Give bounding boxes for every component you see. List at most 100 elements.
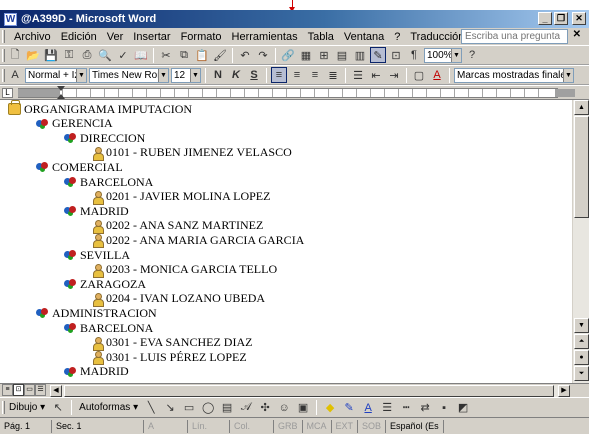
open-folder-icon[interactable]: 📂 <box>25 47 41 63</box>
rectangle-icon[interactable]: ▭ <box>181 400 197 416</box>
document-close-icon[interactable]: ✕ <box>573 29 581 40</box>
italic-button[interactable]: K <box>228 67 244 83</box>
cut-icon[interactable]: ✂ <box>158 47 174 63</box>
status-extend[interactable]: EXT <box>332 419 359 433</box>
diagram-icon[interactable]: ✣ <box>257 400 273 416</box>
print-preview-icon[interactable]: 🔍 <box>97 47 113 63</box>
insert-table-icon[interactable]: ⊞ <box>316 47 332 63</box>
toolbar-grip[interactable] <box>2 69 5 82</box>
bold-button[interactable]: N <box>210 67 226 83</box>
tree-node[interactable]: 0202 - ANA SANZ MARTINEZ <box>92 218 263 234</box>
dash-style-icon[interactable]: ┅ <box>398 400 414 416</box>
show-hide-icon[interactable]: ¶ <box>406 47 422 63</box>
arrow-icon[interactable]: ↘ <box>162 400 178 416</box>
tree-node[interactable]: 0203 - MONICA GARCIA TELLO <box>92 262 277 278</box>
draw-font-color-icon[interactable]: A <box>360 400 376 416</box>
print-layout-button[interactable]: ▭ <box>24 384 35 396</box>
document-area[interactable]: ORGANIGRAMA IMPUTACION GERENCIA DIRECCION 0… <box>0 100 572 383</box>
shadow-style-icon[interactable]: ▪ <box>436 400 452 416</box>
tree-node[interactable]: SEVILLA <box>64 248 130 262</box>
autoshapes-button[interactable]: Autoformas ▾ <box>77 402 140 413</box>
tree-node[interactable]: ADMINISTRACION <box>36 306 157 320</box>
new-document-icon[interactable]: 🗋 <box>7 47 23 63</box>
menu-traduccion[interactable]: Traducción <box>405 31 469 43</box>
tables-borders-icon[interactable]: ▦ <box>298 47 314 63</box>
toolbar-grip[interactable] <box>2 401 5 414</box>
tree-node[interactable]: DIRECCION <box>64 131 145 145</box>
tree-node[interactable]: ZARAGOZA <box>64 277 146 291</box>
arrow-style-icon[interactable]: ⇄ <box>417 400 433 416</box>
tree-node[interactable]: ORGANIGRAMA IMPUTACION <box>8 100 192 116</box>
tree-node[interactable]: MADRID <box>64 204 129 218</box>
scroll-thumb[interactable] <box>574 116 589 218</box>
menu-edicion[interactable]: Edición <box>56 31 102 43</box>
hanging-indent-marker[interactable] <box>57 94 65 99</box>
save-icon[interactable]: 💾 <box>43 47 59 63</box>
menu-grip[interactable] <box>2 30 5 43</box>
picture-icon[interactable]: ▣ <box>295 400 311 416</box>
align-right-icon[interactable]: ≡ <box>307 67 323 83</box>
spelling-icon[interactable]: ✓ <box>115 47 131 63</box>
toolbar-grip[interactable] <box>2 49 5 62</box>
scroll-down-button[interactable]: ▼ <box>574 318 589 333</box>
tree-node[interactable]: GERENCIA <box>36 116 113 131</box>
scroll-right-button[interactable]: ▶ <box>558 385 570 397</box>
columns-icon[interactable]: ▥ <box>352 47 368 63</box>
status-track-changes[interactable]: MCA <box>303 419 332 433</box>
restore-button[interactable]: ❐ <box>554 12 568 25</box>
tab-selector[interactable]: L <box>2 88 13 98</box>
line-icon[interactable]: ╲ <box>143 400 159 416</box>
scroll-left-button[interactable]: ◀ <box>50 385 62 397</box>
menu-help[interactable]: ? <box>389 31 405 43</box>
close-button[interactable]: ✕ <box>572 12 586 25</box>
tree-node[interactable]: BARCELONA <box>64 175 153 189</box>
font-color-icon[interactable]: A <box>429 67 445 83</box>
paste-icon[interactable]: 📋 <box>194 47 210 63</box>
status-record-macro[interactable]: GRB <box>274 419 303 433</box>
undo-icon[interactable]: ↶ <box>237 47 253 63</box>
horizontal-scroll-thumb[interactable] <box>64 385 554 397</box>
word-app-icon[interactable]: W <box>4 12 17 26</box>
borders-icon[interactable]: ▢ <box>411 67 427 83</box>
menu-insertar[interactable]: Insertar <box>128 31 175 43</box>
font-size-select[interactable]: 12 ▼ <box>171 67 201 83</box>
draw-menu-button[interactable]: Dibujo ▾ <box>7 402 47 413</box>
help-icon[interactable]: ? <box>464 47 480 63</box>
tree-node[interactable]: BARCELONA <box>64 321 153 335</box>
style-select[interactable]: Normal + Izquie▼ <box>25 67 87 83</box>
redo-icon[interactable]: ↷ <box>255 47 271 63</box>
markup-display-select[interactable]: Marcas mostradas finales ▼ <box>454 67 574 83</box>
tree-node[interactable]: 0204 - IVAN LOZANO UBEDA <box>92 291 265 307</box>
copy-icon[interactable]: ⧉ <box>176 47 192 63</box>
research-icon[interactable]: 📖 <box>133 47 149 63</box>
3d-style-icon[interactable]: ◩ <box>455 400 471 416</box>
drawing-toggle-icon[interactable]: ✎ <box>370 47 386 63</box>
align-left-icon[interactable]: ≡ <box>271 67 287 83</box>
next-page-button[interactable]: ⏷ <box>574 366 589 381</box>
oval-icon[interactable]: ◯ <box>200 400 216 416</box>
scroll-up-button[interactable]: ▲ <box>574 100 589 115</box>
tree-node[interactable]: 0301 - LUIS PÉREZ LOPEZ <box>92 350 247 366</box>
outline-view-button[interactable]: ☰ <box>35 384 46 396</box>
permission-icon[interactable]: ⚿ <box>61 47 77 63</box>
zoom-select[interactable]: 100% ▼ <box>424 47 462 63</box>
menu-formato[interactable]: Formato <box>176 31 227 43</box>
text-box-icon[interactable]: ▤ <box>219 400 235 416</box>
tree-node[interactable]: 0301 - EVA SANCHEZ DIAZ <box>92 335 252 351</box>
menu-herramientas[interactable]: Herramientas <box>227 31 303 43</box>
help-question-input[interactable] <box>461 29 568 44</box>
line-color-icon[interactable]: ✎ <box>341 400 357 416</box>
menu-archivo[interactable]: Archivo <box>9 31 56 43</box>
line-style-icon[interactable]: ☰ <box>379 400 395 416</box>
document-map-icon[interactable]: ⊡ <box>388 47 404 63</box>
wordart-icon[interactable]: 𝒜 <box>238 400 254 416</box>
menu-ver[interactable]: Ver <box>102 31 129 43</box>
select-objects-icon[interactable]: ↖ <box>50 400 66 416</box>
first-line-indent-marker[interactable] <box>57 86 65 91</box>
underline-button[interactable]: S <box>246 67 262 83</box>
status-language[interactable]: Español (Es <box>386 419 444 433</box>
menu-ventana[interactable]: Ventana <box>339 31 389 43</box>
fill-color-icon[interactable]: ◆ <box>322 400 338 416</box>
tree-node[interactable]: 0101 - RUBEN JIMENEZ VELASCO <box>92 145 292 161</box>
insert-excel-icon[interactable]: ▤ <box>334 47 350 63</box>
